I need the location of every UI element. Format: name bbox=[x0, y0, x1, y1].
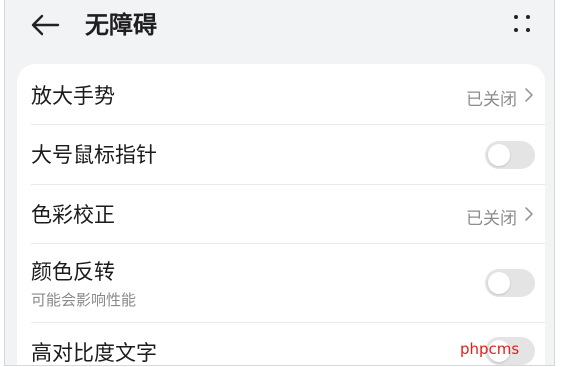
setting-label: 色彩校正 bbox=[31, 203, 115, 227]
more-options-button[interactable] bbox=[511, 10, 537, 38]
setting-large-mouse-pointer[interactable]: 大号鼠标指针 bbox=[17, 125, 545, 183]
large-pointer-toggle[interactable] bbox=[485, 141, 535, 169]
arrow-left-icon bbox=[31, 14, 60, 36]
setting-color-inversion[interactable]: 颜色反转 可能会影响性能 bbox=[17, 244, 545, 322]
more-dots-icon-dot bbox=[526, 28, 530, 32]
setting-label: 放大手势 bbox=[31, 84, 115, 108]
setting-status: 已关闭 bbox=[466, 209, 517, 229]
setting-magnification-gestures[interactable]: 放大手势 已关闭 bbox=[17, 64, 545, 124]
app-header: 无障碍 bbox=[5, 0, 554, 58]
toggle-knob bbox=[488, 144, 510, 166]
settings-card: 放大手势 已关闭 大号鼠标指针 色彩校正 已关闭 颜色反转 可能会影响性能 高对… bbox=[17, 64, 545, 365]
page-title: 无障碍 bbox=[85, 11, 157, 39]
chevron-right-icon bbox=[525, 207, 533, 221]
setting-label: 高对比度文字 bbox=[31, 341, 157, 365]
setting-label: 大号鼠标指针 bbox=[31, 143, 157, 167]
toggle-knob bbox=[488, 272, 510, 294]
setting-label: 颜色反转 bbox=[31, 260, 115, 284]
setting-status: 已关闭 bbox=[466, 90, 517, 110]
more-dots-icon-dot bbox=[514, 28, 518, 32]
setting-sublabel: 可能会影响性能 bbox=[31, 291, 137, 309]
more-dots-icon bbox=[514, 15, 518, 19]
phone-screen: 无障碍 放大手势 已关闭 大号鼠标指针 色彩校正 已关闭 颜色反转 可能会影响性… bbox=[4, 0, 555, 366]
watermark: phpcms bbox=[460, 340, 520, 358]
more-dots-icon-dot bbox=[526, 15, 530, 19]
setting-color-correction[interactable]: 色彩校正 已关闭 bbox=[17, 185, 545, 243]
back-button[interactable] bbox=[27, 7, 63, 43]
chevron-right-icon bbox=[525, 88, 533, 102]
color-inversion-toggle[interactable] bbox=[485, 269, 535, 297]
